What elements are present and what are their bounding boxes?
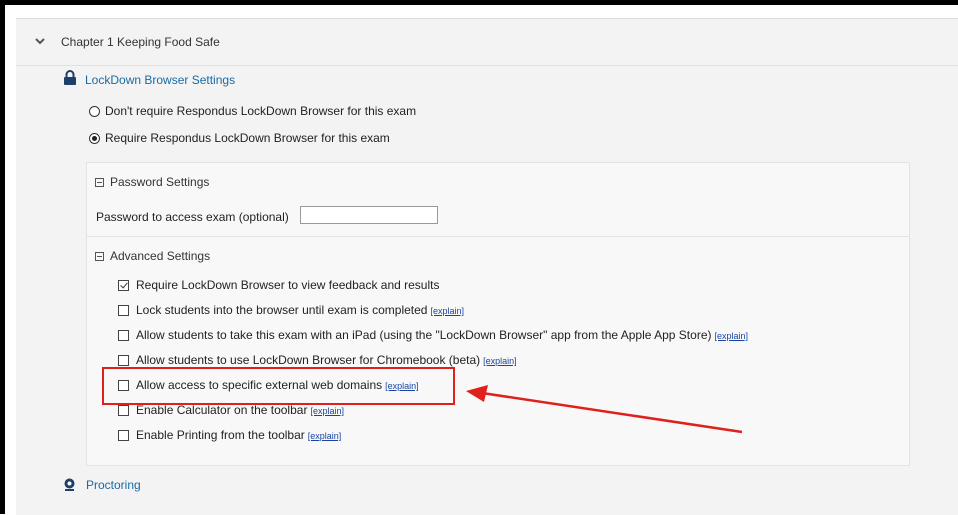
explain-link[interactable]: [explain] xyxy=(714,331,748,341)
proctoring-link[interactable]: Proctoring xyxy=(86,478,141,492)
frame-border-left xyxy=(0,0,5,514)
webcam-icon xyxy=(64,478,75,491)
checkbox[interactable] xyxy=(118,330,129,341)
password-settings-header[interactable]: Password Settings xyxy=(95,175,209,189)
option-require-feedback[interactable]: Require LockDown Browser to view feedbac… xyxy=(118,278,439,292)
chevron-down-icon[interactable] xyxy=(33,34,47,48)
lockdown-settings-link[interactable]: LockDown Browser Settings xyxy=(85,73,235,87)
chapter-header[interactable]: Chapter 1 Keeping Food Safe xyxy=(16,19,958,66)
option-lock-students[interactable]: Lock students into the browser until exa… xyxy=(118,303,464,317)
radio-require[interactable]: Require Respondus LockDown Browser for t… xyxy=(89,131,390,145)
checkbox[interactable] xyxy=(118,355,129,366)
chapter-title: Chapter 1 Keeping Food Safe xyxy=(61,35,220,49)
option-ipad[interactable]: Allow students to take this exam with an… xyxy=(118,328,748,342)
advanced-settings-header[interactable]: Advanced Settings xyxy=(95,249,210,263)
password-field-label: Password to access exam (optional) xyxy=(96,210,289,224)
checkbox[interactable] xyxy=(118,405,129,416)
section-divider xyxy=(87,236,909,237)
collapse-icon[interactable] xyxy=(95,178,104,187)
proctoring-header[interactable]: Proctoring xyxy=(63,478,141,492)
checkbox[interactable] xyxy=(118,305,129,316)
settings-panel: Chapter 1 Keeping Food Safe LockDown Bro… xyxy=(16,18,958,515)
explain-link[interactable]: [explain] xyxy=(483,356,517,366)
radio-button-selected[interactable] xyxy=(89,133,100,144)
explain-link[interactable]: [explain] xyxy=(430,306,464,316)
radio-button[interactable] xyxy=(89,106,100,117)
checkbox-checked[interactable] xyxy=(118,280,129,291)
frame-border-top xyxy=(0,0,958,5)
radio-dont-require[interactable]: Don't require Respondus LockDown Browser… xyxy=(89,104,416,118)
password-field[interactable] xyxy=(300,206,438,224)
explain-link[interactable]: [explain] xyxy=(310,406,344,416)
option-calculator[interactable]: Enable Calculator on the toolbar [explain… xyxy=(118,403,344,417)
collapse-icon[interactable] xyxy=(95,252,104,261)
explain-link[interactable]: [explain] xyxy=(308,431,342,441)
option-printing[interactable]: Enable Printing from the toolbar [explain… xyxy=(118,428,341,442)
option-chromebook[interactable]: Allow students to use LockDown Browser f… xyxy=(118,353,517,367)
checkbox[interactable] xyxy=(118,430,129,441)
annotation-highlight-box xyxy=(102,367,455,405)
lock-icon xyxy=(64,70,76,85)
annotation-arrow xyxy=(466,385,743,434)
